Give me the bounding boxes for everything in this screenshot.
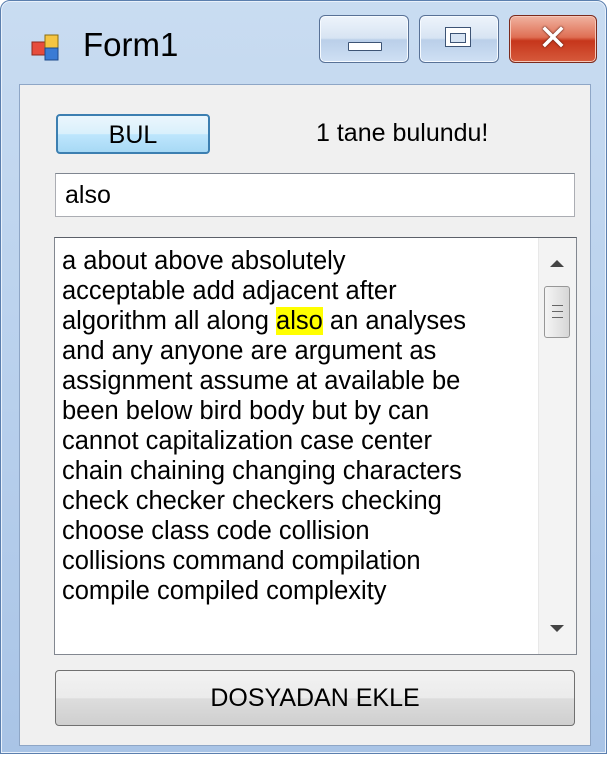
minimize-button[interactable] — [319, 15, 409, 63]
word-list-textbox[interactable]: a about above absolutely acceptable add … — [54, 237, 577, 655]
form-client-area: BUL 1 tane bulundu! a about above absolu… — [19, 84, 591, 746]
maximize-icon — [445, 27, 471, 47]
scroll-down-arrow-icon[interactable] — [550, 625, 564, 632]
highlighted-match: also — [276, 307, 323, 335]
close-button[interactable]: ✕ — [509, 15, 597, 63]
maximize-button[interactable] — [419, 15, 499, 63]
result-count-label: 1 tane bulundu! — [316, 119, 489, 147]
search-input[interactable] — [55, 173, 575, 217]
grip-line — [552, 305, 563, 306]
close-icon: ✕ — [537, 18, 569, 59]
grip-line — [552, 317, 563, 318]
window-title: Form1 — [83, 26, 179, 63]
minimize-icon — [348, 42, 382, 51]
search-button[interactable]: BUL — [56, 114, 210, 154]
scroll-up-arrow-icon[interactable] — [550, 260, 564, 267]
vertical-scrollbar[interactable] — [538, 238, 576, 654]
form1-window: Form1 ✕ BUL 1 tane bulundu! a about abov… — [0, 0, 607, 754]
add-from-file-button[interactable]: DOSYADAN EKLE — [55, 670, 575, 726]
text-after-match: an analyses and any anyone are argument … — [62, 307, 467, 605]
word-list-text: a about above absolutely acceptable add … — [62, 246, 524, 606]
scroll-thumb[interactable] — [544, 286, 570, 338]
grip-line — [552, 311, 563, 312]
form-app-icon — [31, 34, 59, 61]
